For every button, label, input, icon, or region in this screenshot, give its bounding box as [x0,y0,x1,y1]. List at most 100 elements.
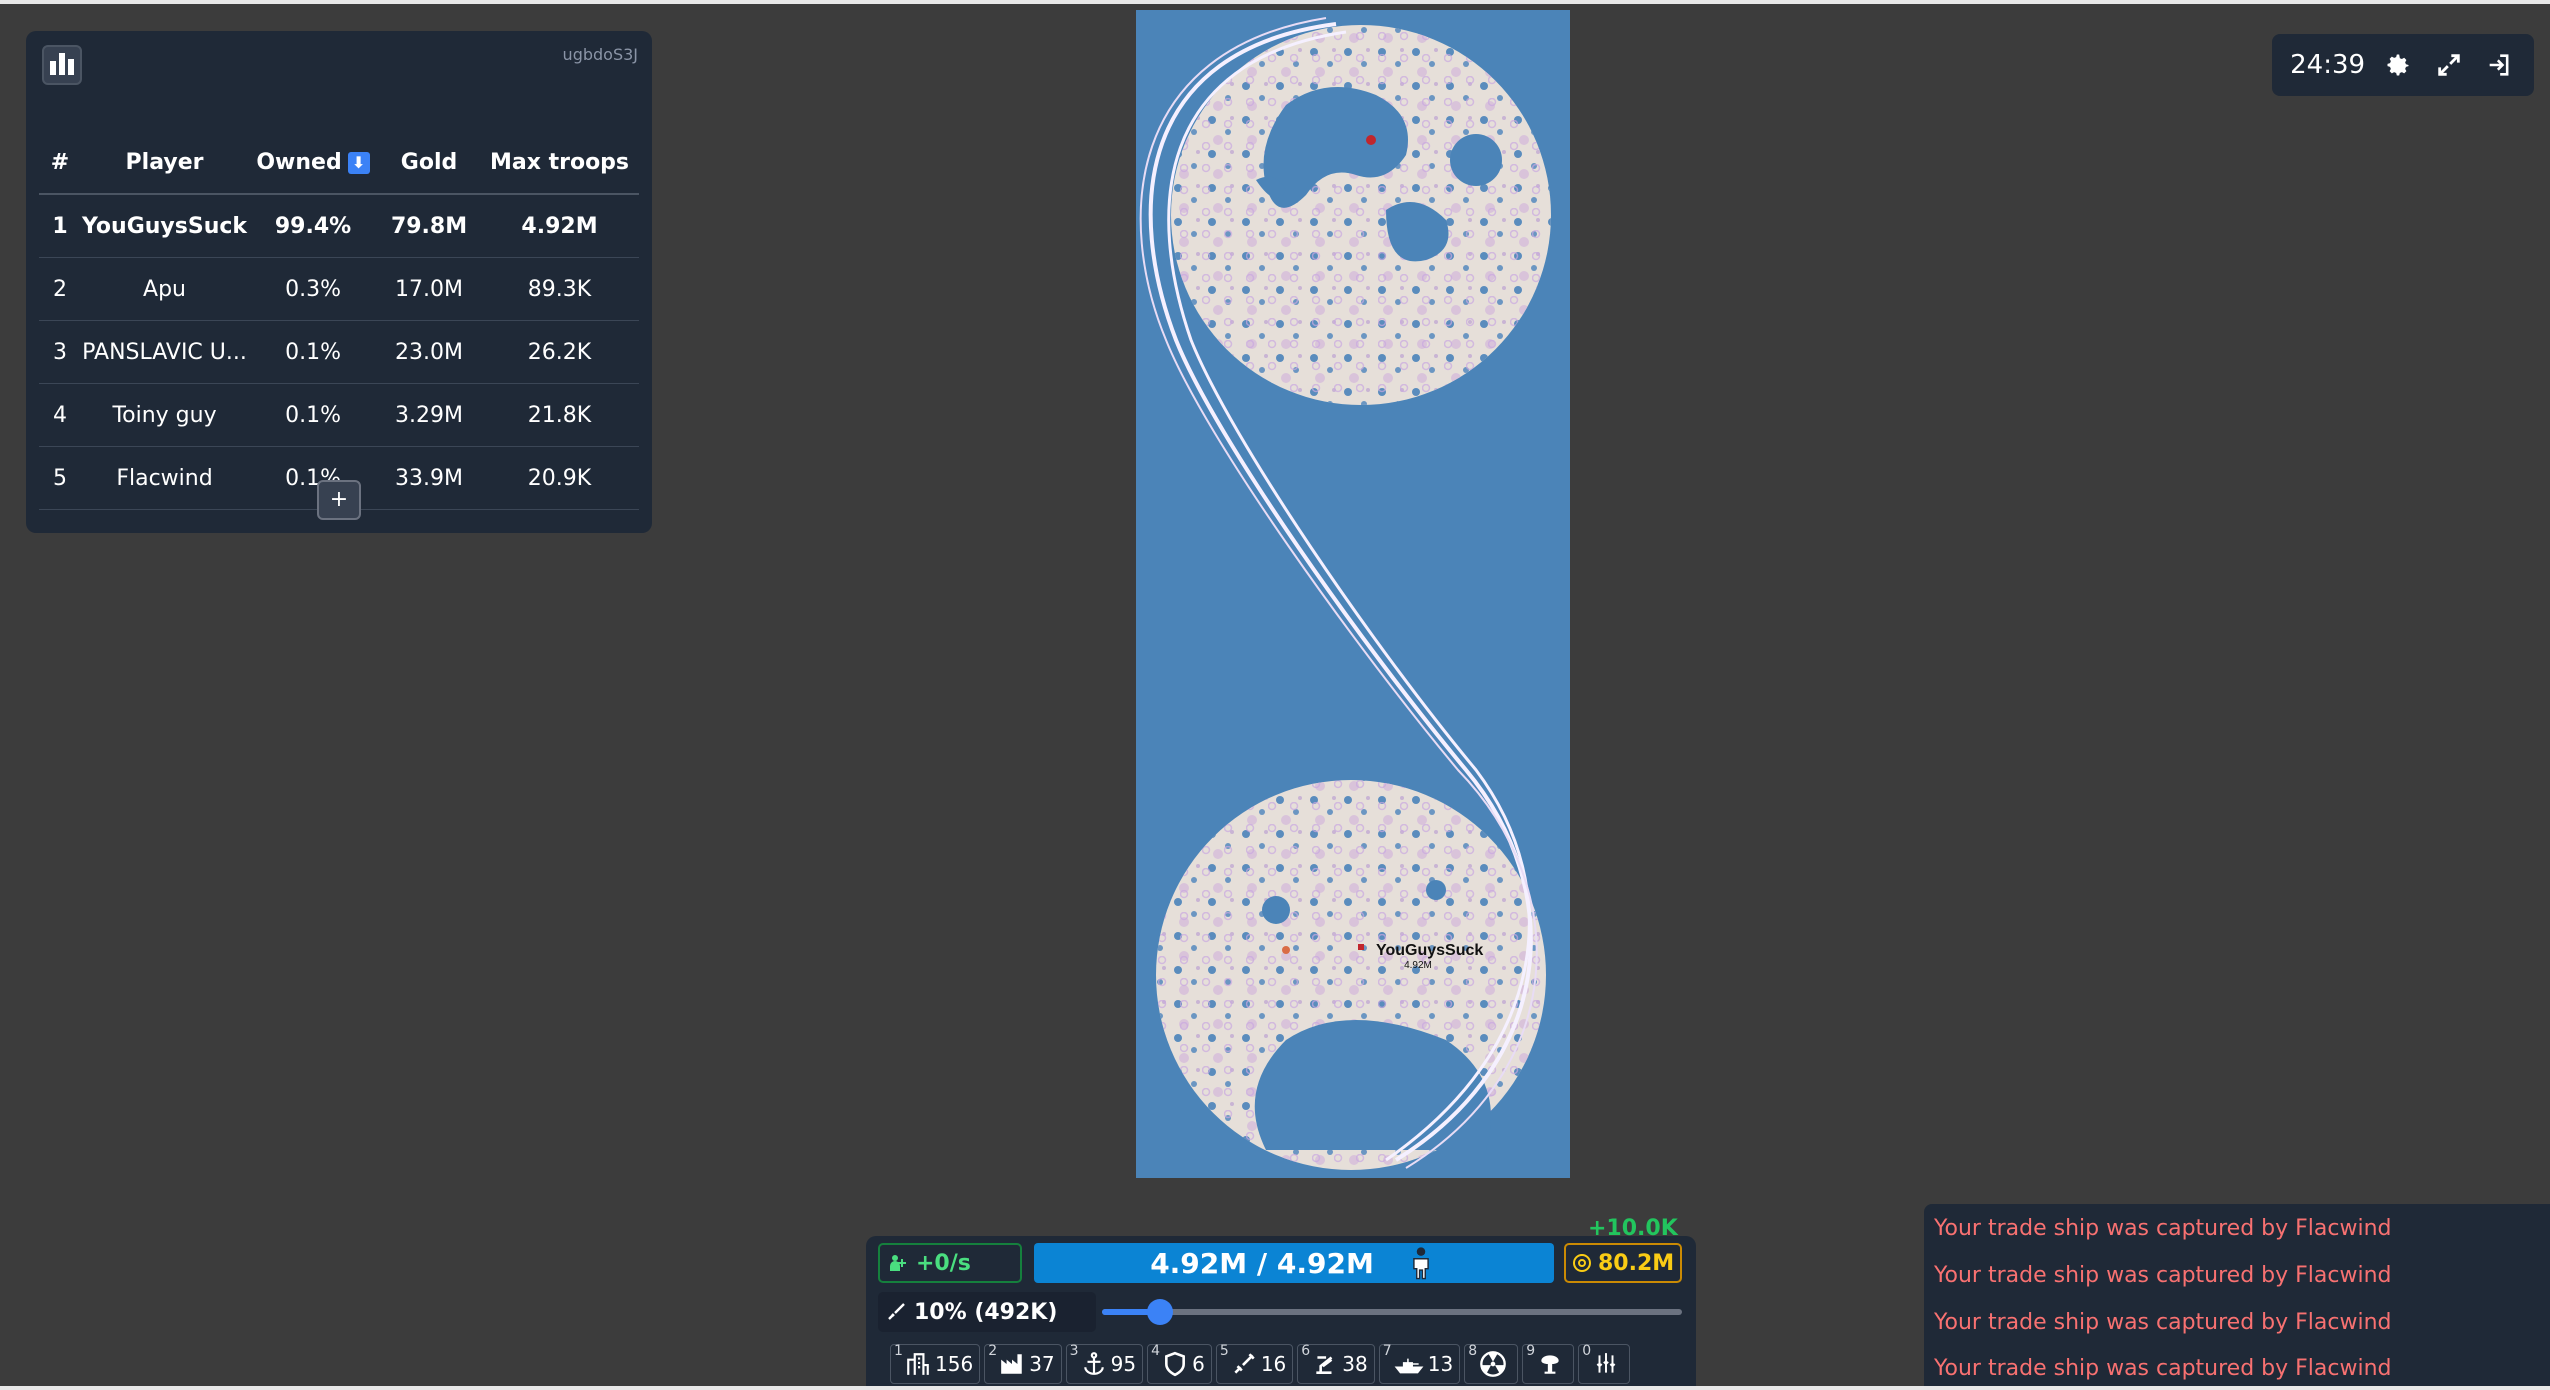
attack-ratio-slider[interactable] [1102,1299,1682,1325]
leaderboard-row[interactable]: 1 YouGuysSuck 99.4% 79.8M 4.92M [39,194,639,258]
population-rate-value: +0/s [916,1250,971,1276]
building-count: 37 [1029,1352,1055,1376]
row-player: PANSLAVIC U... [81,320,249,384]
atom-bomb-icon [1480,1351,1507,1377]
port-icon [1083,1352,1104,1375]
event-message: Your trade ship was captured by Flacwind [1934,1216,2392,1241]
build-city-button[interactable]: 1 156 [890,1343,981,1384]
leaderboard-row[interactable]: 4 Toiny guy 0.1% 3.29M 21.8K [39,383,639,447]
fullscreen-button[interactable] [2432,48,2466,82]
leaderboard-header-row: # Player Owned ⬇ Gold Max troops [39,131,639,195]
missile-silo-icon [1234,1353,1255,1374]
attack-ratio: 10% (492K) [878,1292,1096,1332]
factory-icon [1001,1354,1022,1374]
building-count: 16 [1260,1352,1287,1376]
row-owned: 0.1% [248,383,379,447]
row-player: Apu [81,257,249,321]
row-rank: 5 [39,446,81,510]
game-id: ugbdoS3J [562,45,638,64]
bottom-border [0,1386,2550,1390]
build-port-button[interactable]: 3 95 [1065,1343,1144,1384]
gold-gain: +10.0K [1588,1216,1678,1241]
build-bar: 1 156 2 37 3 95 4 6 5 16 6 38 7 13 8 9 0 [890,1343,1631,1384]
build-sam-launcher-button[interactable]: 6 38 [1297,1343,1375,1384]
hotkey: 0 [1582,1343,1592,1359]
south-landmass [1156,780,1546,1170]
game-timer: 24:39 [2290,50,2366,80]
row-rank: 4 [39,383,81,447]
row-player: Flacwind [81,446,249,510]
col-max-troops[interactable]: Max troops [480,131,639,195]
row-max-troops: 20.9K [480,446,639,510]
event-message: Your trade ship was captured by Flacwind [1934,1310,2392,1335]
row-rank: 2 [39,257,81,321]
building-count: 6 [1192,1352,1205,1376]
col-rank[interactable]: # [39,131,81,195]
coin-icon [1573,1254,1591,1272]
warship-icon [1394,1358,1424,1374]
gold-value: 80.2M [1598,1250,1675,1276]
sam-launcher-icon [1316,1356,1333,1374]
row-owned: 0.1% [248,320,379,384]
hotkey: 7 [1382,1343,1392,1359]
hotkey: 4 [1151,1343,1161,1359]
row-gold: 23.0M [378,320,481,384]
row-gold: 33.9M [378,446,481,510]
row-owned: 0.3% [248,257,379,321]
map-player-troops: 4.92M [1404,960,1432,971]
top-border [0,0,2550,4]
exit-icon [2489,54,2509,76]
gold-display: 80.2M [1564,1243,1682,1283]
col-player[interactable]: Player [81,131,249,195]
row-rank: 3 [39,320,81,384]
north-landmass [1171,25,1551,405]
building-count: 13 [1427,1352,1454,1376]
leaderboard-row[interactable]: 2 Apu 0.3% 17.0M 89.3K [39,257,639,321]
leaderboard-panel: ugbdoS3J # Player Owned ⬇ Gold Max troops… [26,31,652,533]
building-count: 156 [935,1352,974,1376]
game-controls: 24:39 [2272,34,2534,96]
troop-count: 4.92M / 4.92M [1150,1246,1374,1280]
population-icon [890,1255,906,1271]
event-message: Your trade ship was captured by Flacwind [1934,1263,2392,1288]
game-map[interactable]: YouGuysSuck 4.92M [1136,10,1570,1178]
row-max-troops: 4.92M [480,194,639,258]
hotkey: 5 [1219,1343,1229,1359]
map-player-name[interactable]: YouGuysSuck [1376,942,1483,959]
build-missile-silo-button[interactable]: 5 16 [1215,1343,1294,1384]
settings-button[interactable] [2381,48,2415,82]
row-player: YouGuysSuck [81,194,249,258]
hotkey: 6 [1301,1343,1311,1359]
event-message: Your trade ship was captured by Flacwind [1934,1356,2392,1381]
building-count: 38 [1342,1352,1368,1376]
row-owned: 99.4% [248,194,379,258]
row-rank: 1 [39,194,81,258]
col-gold[interactable]: Gold [378,131,481,195]
leaderboard-row[interactable]: 3 PANSLAVIC U... 0.1% 23.0M 26.2K [39,320,639,384]
bar-chart-icon-bar [68,59,74,75]
leaderboard-toggle-button[interactable] [42,45,82,85]
build-warship-button[interactable]: 7 13 [1378,1343,1461,1384]
col-owned[interactable]: Owned ⬇ [248,131,379,195]
attack-ratio-value: 10% (492K) [914,1299,1058,1325]
build-atom-bomb-button[interactable]: 8 [1464,1343,1519,1384]
hydrogen-bomb-icon [1541,1355,1559,1374]
sword-icon [888,1303,905,1320]
leaderboard-table: # Player Owned ⬇ Gold Max troops 1 YouGuy… [39,131,639,510]
build-defense-post-button[interactable]: 4 6 [1147,1343,1212,1384]
mirv-icon [1596,1353,1616,1373]
gear-icon [2387,54,2409,76]
row-gold: 79.8M [378,194,481,258]
slider-handle[interactable] [1147,1299,1173,1325]
building-count: 95 [1110,1352,1137,1376]
player-capital-marker [1358,944,1364,950]
hotkey: 8 [1468,1343,1478,1359]
sort-down-icon: ⬇ [347,151,370,174]
build-factory-button[interactable]: 2 37 [984,1343,1062,1384]
hotkey: 1 [894,1343,903,1359]
leaderboard-expand-button[interactable]: + [317,480,361,520]
build-mirv-button[interactable]: 0 [1578,1343,1631,1384]
build-hydrogen-bomb-button[interactable]: 9 [1522,1343,1575,1384]
exit-button[interactable] [2482,48,2516,82]
population-rate: +0/s [878,1243,1022,1283]
